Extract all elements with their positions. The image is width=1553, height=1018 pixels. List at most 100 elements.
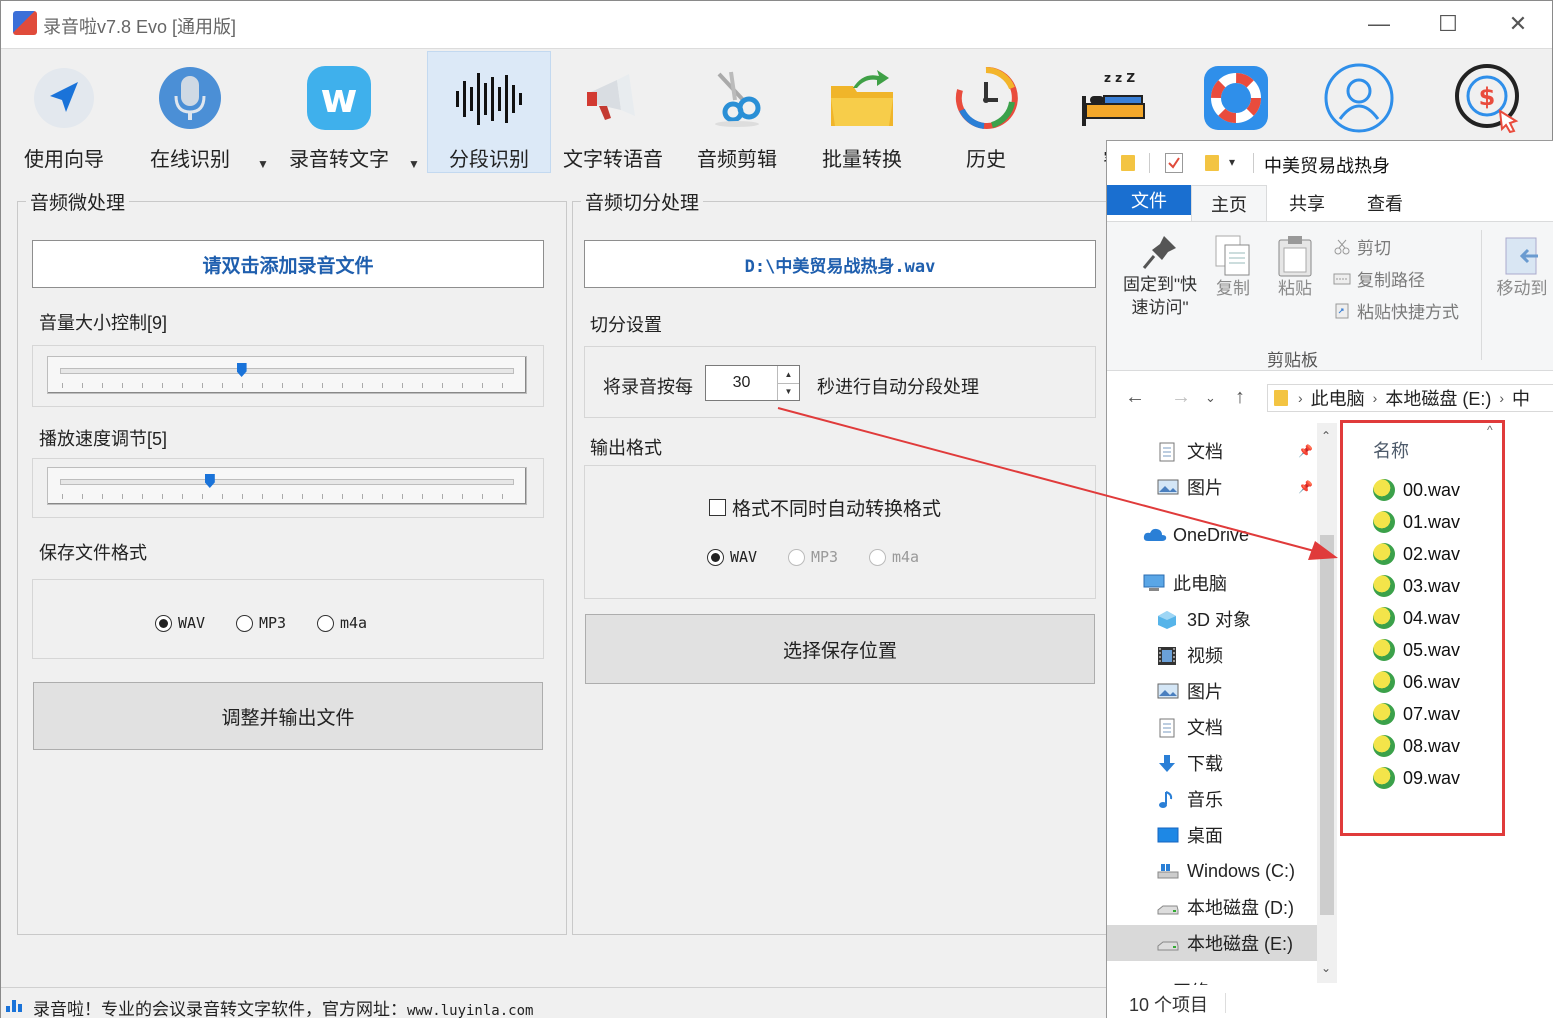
toolbar-segment-recognition-button[interactable]: 分段识别 bbox=[427, 51, 551, 173]
nav-item-network[interactable]: 网络 bbox=[1107, 973, 1317, 985]
audio-to-text-dropdown[interactable]: ▼ bbox=[408, 157, 420, 171]
file-item[interactable]: 08.wav bbox=[1373, 731, 1460, 761]
nav-item-this-pc[interactable]: 此电脑 bbox=[1107, 565, 1317, 601]
save-format-label: 保存文件格式 bbox=[39, 543, 147, 563]
toolbar-online-recognition-button[interactable]: 在线识别 bbox=[135, 51, 245, 173]
pin-quick-access-button[interactable]: 固定到"快 速访问" bbox=[1117, 234, 1203, 320]
audio-file-icon bbox=[1373, 703, 1395, 725]
nav-item-pictures[interactable]: 图片 bbox=[1107, 673, 1317, 709]
nav-item-onedrive[interactable]: OneDrive bbox=[1107, 517, 1317, 553]
minimize-button[interactable]: — bbox=[1344, 1, 1414, 47]
file-item[interactable]: 00.wav bbox=[1373, 475, 1460, 505]
volume-slider[interactable] bbox=[47, 356, 527, 394]
toolbar-history-button[interactable]: 历史 bbox=[931, 51, 1041, 173]
picture-icon bbox=[1157, 682, 1179, 700]
tab-view[interactable]: 查看 bbox=[1345, 185, 1425, 221]
file-item[interactable]: 09.wav bbox=[1373, 763, 1460, 793]
back-arrow-icon[interactable]: ← bbox=[1125, 386, 1145, 409]
nav-item-local-disk-e[interactable]: 本地磁盘 (E:) bbox=[1107, 925, 1317, 961]
forward-arrow-icon[interactable]: → bbox=[1171, 386, 1191, 409]
explorer-title: 中美贸易战热身 bbox=[1264, 156, 1390, 176]
scroll-down-icon[interactable]: ⌄ bbox=[1321, 961, 1331, 975]
copy-button[interactable]: 复制 bbox=[1207, 234, 1259, 301]
tab-file[interactable]: 文件 bbox=[1107, 185, 1191, 215]
selected-audio-file-button[interactable]: D:\中美贸易战热身.wav bbox=[584, 240, 1096, 288]
toolbar-audio-to-text-button[interactable]: w 录音转文字 bbox=[279, 51, 399, 173]
nav-item-music[interactable]: 音乐 bbox=[1107, 781, 1317, 817]
paste-shortcut-button[interactable]: 粘贴快捷方式 bbox=[1333, 298, 1459, 323]
close-button[interactable]: ✕ bbox=[1483, 1, 1553, 47]
computer-icon bbox=[1143, 574, 1165, 592]
nav-item-downloads[interactable]: 下载 bbox=[1107, 745, 1317, 781]
format-m4a-radio[interactable]: m4a bbox=[317, 614, 367, 632]
new-folder-icon[interactable] bbox=[1205, 155, 1219, 171]
cut-button[interactable]: 剪切 bbox=[1333, 234, 1391, 259]
auto-convert-checkbox[interactable]: 格式不同时自动转换格式 bbox=[709, 494, 941, 521]
breadcrumb-item[interactable]: 此电脑 bbox=[1311, 385, 1365, 411]
move-to-button[interactable]: 移动到 bbox=[1487, 234, 1553, 301]
toolbar-text-to-speech-button[interactable]: 文字转语音 bbox=[555, 51, 671, 173]
nav-item-documents-pinned[interactable]: 文档 📌 bbox=[1107, 433, 1317, 469]
recent-locations-chevron-icon[interactable]: ⌄ bbox=[1205, 390, 1216, 406]
tab-home[interactable]: 主页 bbox=[1191, 185, 1267, 221]
volume-slider-thumb[interactable] bbox=[236, 363, 247, 377]
pin-icon bbox=[1142, 236, 1176, 269]
file-item[interactable]: 02.wav bbox=[1373, 539, 1460, 569]
video-icon bbox=[1157, 646, 1179, 665]
scrollbar-thumb[interactable] bbox=[1320, 535, 1334, 915]
maximize-button[interactable]: ☐ bbox=[1413, 1, 1483, 47]
split-seconds-value[interactable]: 30 bbox=[706, 374, 777, 392]
file-item[interactable]: 03.wav bbox=[1373, 571, 1460, 601]
speed-slider-thumb[interactable] bbox=[204, 474, 215, 488]
file-item[interactable]: 01.wav bbox=[1373, 507, 1460, 537]
output-wav-radio[interactable]: WAV bbox=[707, 548, 757, 566]
nav-item-windows-c[interactable]: Windows (C:) bbox=[1107, 853, 1317, 889]
file-name: 00.wav bbox=[1403, 479, 1461, 500]
file-item[interactable]: 06.wav bbox=[1373, 667, 1460, 697]
toolbar-label: 使用向导 bbox=[24, 149, 104, 171]
speed-slider[interactable] bbox=[47, 467, 527, 505]
paste-button[interactable]: 粘贴 bbox=[1267, 234, 1323, 301]
toolbar-audio-edit-button[interactable]: 音频剪辑 bbox=[681, 51, 793, 173]
nav-item-3d-objects[interactable]: 3D 对象 bbox=[1107, 601, 1317, 637]
breadcrumb-item[interactable]: 中 bbox=[1512, 385, 1530, 411]
up-arrow-icon[interactable]: ↑ bbox=[1235, 386, 1245, 409]
stepper-up-icon[interactable]: ▲ bbox=[778, 366, 799, 384]
breadcrumb-item[interactable]: 本地磁盘 (E:) bbox=[1385, 385, 1491, 411]
toolbar-guide-button[interactable]: 使用向导 bbox=[9, 51, 119, 173]
pin-icon[interactable]: 📌 bbox=[1298, 480, 1313, 494]
nav-item-local-disk-d[interactable]: 本地磁盘 (D:) bbox=[1107, 889, 1317, 925]
scroll-up-icon[interactable]: ⌃ bbox=[1321, 429, 1331, 443]
quick-access-dropdown-icon[interactable]: ▾ bbox=[1229, 155, 1235, 169]
format-mp3-radio[interactable]: MP3 bbox=[236, 614, 286, 632]
file-item[interactable]: 04.wav bbox=[1373, 603, 1460, 633]
split-seconds-stepper[interactable]: 30 ▲ ▼ bbox=[705, 365, 800, 401]
toolbar-label: 录音转文字 bbox=[289, 149, 389, 171]
tab-share[interactable]: 共享 bbox=[1269, 185, 1345, 221]
format-wav-radio[interactable]: WAV bbox=[155, 614, 205, 632]
output-mp3-radio[interactable]: MP3 bbox=[788, 548, 838, 566]
nav-item-videos[interactable]: 视频 bbox=[1107, 637, 1317, 673]
file-item[interactable]: 05.wav bbox=[1373, 635, 1460, 665]
add-audio-file-button[interactable]: 请双击添加录音文件 bbox=[32, 240, 544, 288]
pin-icon[interactable]: 📌 bbox=[1298, 444, 1313, 458]
column-header-name[interactable]: 名称 bbox=[1373, 437, 1409, 463]
copy-path-button[interactable]: 复制路径 bbox=[1333, 266, 1425, 291]
online-recognition-dropdown[interactable]: ▼ bbox=[257, 157, 269, 171]
file-item[interactable]: 07.wav bbox=[1373, 699, 1460, 729]
choose-save-location-button[interactable]: 选择保存位置 bbox=[585, 614, 1095, 684]
save-format-box: WAV MP3 m4a bbox=[32, 579, 544, 659]
nav-item-desktop[interactable]: 桌面 bbox=[1107, 817, 1317, 853]
nav-item-documents[interactable]: 文档 bbox=[1107, 709, 1317, 745]
toolbar-batch-convert-button[interactable]: 批量转换 bbox=[807, 51, 917, 173]
stepper-down-icon[interactable]: ▼ bbox=[778, 384, 799, 401]
sort-ascending-icon: ^ bbox=[1487, 423, 1493, 437]
lifebuoy-icon bbox=[1199, 61, 1273, 135]
website-link[interactable]: www.luyinla.com bbox=[407, 1003, 533, 1018]
properties-check-icon[interactable] bbox=[1165, 153, 1183, 173]
navigation-pane: 文档 📌 图片 📌 OneDrive 此电脑 3D 对象 视频 图片 文档 下载 音… bbox=[1107, 423, 1339, 985]
nav-item-pictures-pinned[interactable]: 图片 📌 bbox=[1107, 469, 1317, 505]
navigation-scrollbar[interactable]: ⌃ ⌄ bbox=[1317, 423, 1337, 983]
adjust-and-export-button[interactable]: 调整并输出文件 bbox=[33, 682, 543, 750]
output-m4a-radio[interactable]: m4a bbox=[869, 548, 919, 566]
